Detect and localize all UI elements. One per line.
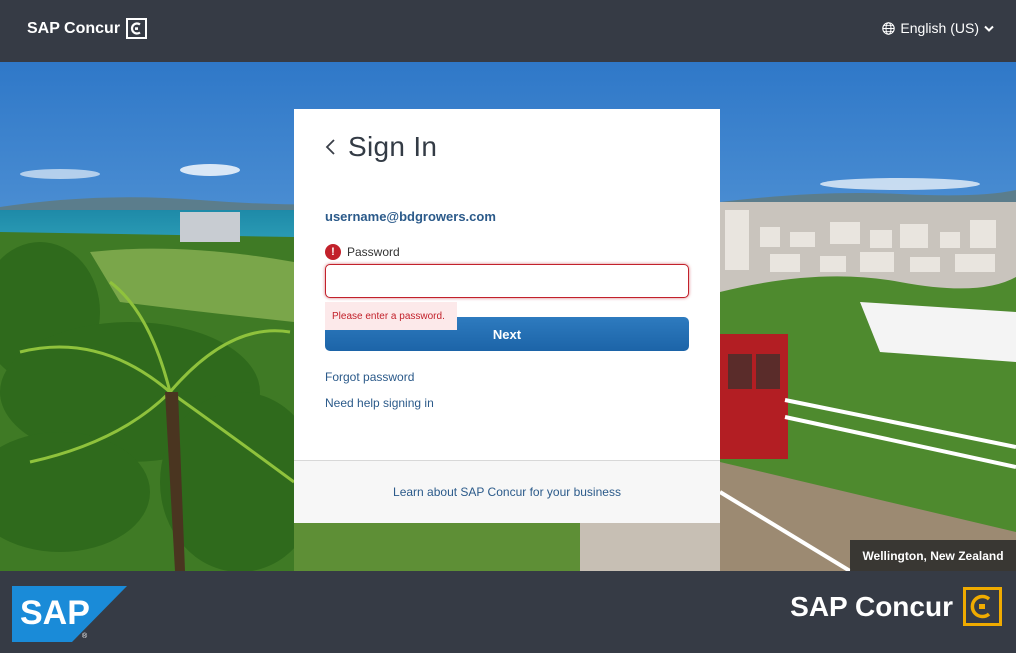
sap-logo: SAP ®: [12, 586, 127, 647]
password-label-row: ! Password: [325, 244, 400, 260]
concur-mark-icon: [126, 18, 148, 39]
top-bar: SAP Concur English (US): [0, 0, 1016, 62]
language-label: English (US): [900, 20, 979, 36]
concur-logo: SAP Concur: [790, 587, 1002, 626]
brand-name: SAP Concur: [27, 19, 121, 37]
signin-card: Sign In username@bdgrowers.com ! Passwor…: [294, 109, 720, 523]
bottom-bar: SAP ® SAP Concur: [0, 571, 1016, 653]
password-error-message: Please enter a password.: [325, 302, 457, 330]
language-selector[interactable]: English (US): [882, 20, 994, 36]
concur-mark-icon: [963, 587, 1002, 626]
password-label: Password: [347, 245, 400, 259]
forgot-password-link[interactable]: Forgot password: [325, 370, 414, 384]
chevron-left-icon[interactable]: [324, 137, 338, 157]
chevron-down-icon: [984, 25, 994, 32]
globe-icon: [882, 21, 896, 35]
card-header: Sign In: [324, 131, 437, 163]
concur-brand-text: SAP Concur: [790, 590, 953, 622]
learn-more-link[interactable]: Learn about SAP Concur for your business: [393, 485, 621, 499]
svg-text:®: ®: [82, 632, 88, 640]
username-display: username@bdgrowers.com: [325, 209, 496, 224]
sap-logo-text: SAP: [20, 594, 90, 632]
page-title: Sign In: [348, 131, 438, 162]
card-footer: Learn about SAP Concur for your business: [294, 460, 720, 523]
password-field[interactable]: [325, 264, 689, 298]
photo-caption: Wellington, New Zealand: [850, 540, 1016, 571]
brand-logo: SAP Concur: [27, 18, 148, 39]
exclamation-icon: !: [325, 244, 341, 260]
need-help-link[interactable]: Need help signing in: [325, 396, 434, 410]
